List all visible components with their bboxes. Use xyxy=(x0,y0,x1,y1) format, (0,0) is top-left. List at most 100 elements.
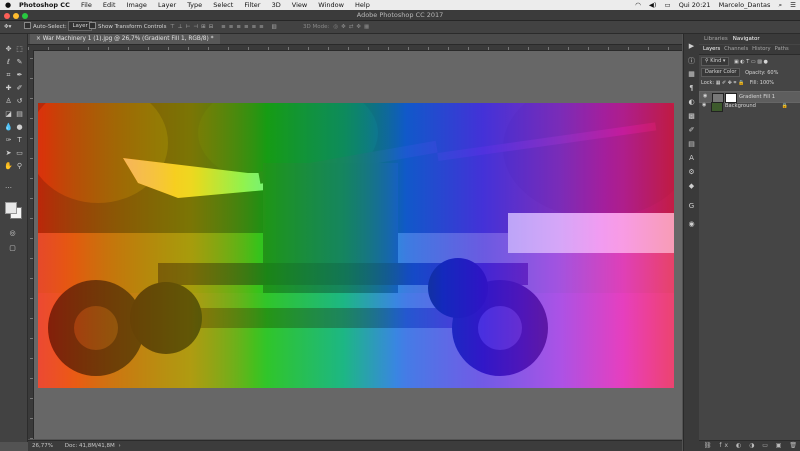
cube-icon[interactable]: ◆ xyxy=(686,182,697,190)
move-tool-icon[interactable]: ✥▾ xyxy=(4,21,11,33)
quick-mask-icon[interactable]: ◎ xyxy=(8,229,17,238)
eye-icon[interactable]: ◉ xyxy=(703,94,708,99)
plugin-icon[interactable]: ◉ xyxy=(686,220,697,228)
eraser-tool-icon[interactable]: ◪ xyxy=(4,110,13,119)
hand-tool-icon[interactable]: ✋ xyxy=(4,162,13,171)
healing-brush-icon[interactable]: ✚ xyxy=(4,84,13,93)
histogram-icon[interactable]: ▦ xyxy=(686,70,697,78)
screen-mode-icon[interactable]: ▢ xyxy=(8,244,17,253)
tab-paths[interactable]: Paths xyxy=(775,46,789,52)
move-tool-icon[interactable]: ✥ xyxy=(4,45,13,54)
auto-select-checkbox[interactable] xyxy=(24,22,31,29)
brush-tool-icon[interactable]: ✐ xyxy=(15,84,24,93)
wifi-icon[interactable]: ◠ xyxy=(635,1,641,9)
apple-menu-icon[interactable]: ● xyxy=(5,0,11,10)
tab-channels[interactable]: Channels xyxy=(724,46,748,52)
tab-history[interactable]: History xyxy=(752,46,770,52)
menu-window[interactable]: Window xyxy=(318,1,344,9)
lock-label: Lock: xyxy=(701,80,715,86)
kind-filter-dropdown[interactable]: ⚲ Kind ▾ xyxy=(701,57,730,66)
close-tab-icon[interactable]: × xyxy=(36,36,43,42)
photoshop-app: ● Photoshop CC File Edit Image Layer Typ… xyxy=(0,0,800,451)
document-tab[interactable]: × War Machinery 1 (1).jpg @ 26,7% (Gradi… xyxy=(30,34,220,44)
styles-icon[interactable]: ▩ xyxy=(686,112,697,120)
eye-icon[interactable]: ◉ xyxy=(702,103,707,108)
lock-icons[interactable]: ▦ ✐ ✥ ⌗ 🔒 xyxy=(716,80,745,86)
layer-row-background[interactable]: ◉ Background 🔒 xyxy=(699,101,800,112)
clone-stamp-icon[interactable]: ♙ xyxy=(4,97,13,106)
google-icon[interactable]: G xyxy=(686,202,697,210)
properties-icon[interactable]: ⚙ xyxy=(686,168,697,176)
history-brush-icon[interactable]: ↺ xyxy=(15,97,24,106)
menu-view[interactable]: View xyxy=(292,1,307,9)
menu-3d[interactable]: 3D xyxy=(272,1,281,9)
transform-controls-wrap: Show Transform Controls xyxy=(89,21,166,33)
quick-select-tool-icon[interactable]: ✎ xyxy=(15,58,24,67)
3d-mode-icons[interactable]: ◎✥⇄✥▦ xyxy=(333,24,372,30)
menu-filter[interactable]: Filter xyxy=(244,1,260,9)
menu-help[interactable]: Help xyxy=(355,1,370,9)
lasso-tool-icon[interactable]: ℓ xyxy=(4,58,13,67)
spotlight-icon[interactable]: ⌕ xyxy=(778,1,782,9)
menu-select[interactable]: Select xyxy=(213,1,233,9)
blur-tool-icon[interactable]: 💧 xyxy=(4,123,13,132)
pen-tool-icon[interactable]: ✑ xyxy=(4,136,13,145)
eyedropper-tool-icon[interactable]: ✒ xyxy=(15,71,24,80)
zoom-tool-icon[interactable]: ⚲ xyxy=(15,162,24,171)
swatches-icon[interactable]: ▤ xyxy=(686,140,697,148)
align-distribute-icons[interactable]: ⊤⊥⊢⊣⊞⊟ ≡≡≡≡≡≡ ▥ xyxy=(170,21,280,33)
lock-row: Lock: ▦ ✐ ✥ ⌗ 🔒 Fill: 100% xyxy=(701,79,798,88)
fill-value[interactable]: 100% xyxy=(760,80,774,86)
opacity-label: Opacity: xyxy=(745,70,766,76)
play-icon[interactable]: ▶ xyxy=(686,42,697,50)
user-name[interactable]: Marcelo_Dantas xyxy=(719,1,771,9)
footer-icons[interactable]: ⛓ fx ◐ ◑ ▭ ▣ 🗑 xyxy=(704,442,800,449)
menu-list: Photoshop CC File Edit Image Layer Type … xyxy=(19,0,379,10)
close-button[interactable] xyxy=(4,13,10,19)
character-icon[interactable]: A xyxy=(686,154,697,162)
tab-navigator[interactable]: Navigator xyxy=(733,36,760,42)
menu-layer[interactable]: Layer xyxy=(158,1,176,9)
top-panel-tabs: Libraries Navigator xyxy=(699,34,800,44)
document-info[interactable]: Doc: 41,8M/41,8M xyxy=(65,443,115,449)
auto-select-label: Auto-Select: xyxy=(33,24,67,30)
adjustments-icon[interactable]: ◐ xyxy=(686,98,697,106)
more-tools-icon[interactable]: … xyxy=(4,182,13,191)
menu-edit[interactable]: Edit xyxy=(103,1,116,9)
rectangle-tool-icon[interactable]: ▭ xyxy=(15,149,24,158)
document-tab-title: War Machinery 1 (1).jpg @ 26,7% (Gradien… xyxy=(42,36,214,42)
status-arrow-icon[interactable]: › xyxy=(119,443,121,449)
window-titlebar: Adobe Photoshop CC 2017 xyxy=(0,10,800,21)
collapsed-panels-strip: ▶ ⓘ ▦ ¶ ◐ ▩ ✐ ▤ A ⚙ ◆ G ◉ xyxy=(683,34,700,451)
document-image[interactable] xyxy=(38,103,674,388)
tab-layers[interactable]: Layers xyxy=(703,46,720,52)
notification-icon[interactable]: ☰ xyxy=(790,1,796,9)
gradient-tool-icon[interactable]: ▤ xyxy=(15,110,24,119)
zoom-button[interactable] xyxy=(22,13,28,19)
layers-panel-group: Libraries Navigator Layers Channels History… xyxy=(699,34,800,451)
clock[interactable]: Qui 20:21 xyxy=(679,1,711,9)
type-tool-icon[interactable]: T xyxy=(15,136,24,145)
crop-tool-icon[interactable]: ⌗ xyxy=(4,71,13,80)
menu-image[interactable]: Image xyxy=(127,1,147,9)
battery-icon[interactable]: ▭ xyxy=(664,1,670,9)
path-select-icon[interactable]: ➤ xyxy=(4,149,13,158)
show-transform-checkbox[interactable] xyxy=(89,22,96,29)
menu-type[interactable]: Type xyxy=(187,1,202,9)
tab-libraries[interactable]: Libraries xyxy=(704,36,728,42)
dodge-tool-icon[interactable]: ● xyxy=(15,123,24,132)
minimize-button[interactable] xyxy=(13,13,19,19)
info-icon[interactable]: ⓘ xyxy=(686,56,697,66)
app-menu[interactable]: Photoshop CC xyxy=(19,1,70,9)
foreground-color-swatch[interactable] xyxy=(5,202,17,214)
blend-mode-dropdown[interactable]: Darker Color xyxy=(701,68,741,77)
zoom-level[interactable]: 26,77% xyxy=(32,443,53,449)
volume-icon[interactable]: ◀) xyxy=(649,1,657,9)
marquee-tool-icon[interactable]: ⬚ xyxy=(15,45,24,54)
menu-file[interactable]: File xyxy=(81,1,92,9)
paragraph-icon[interactable]: ¶ xyxy=(686,84,697,92)
filter-icons[interactable]: ▣ ◐ T ▭ ▨ ● xyxy=(734,59,768,65)
layer-name: Background xyxy=(725,103,756,109)
brushes-icon[interactable]: ✐ xyxy=(686,126,697,134)
opacity-value[interactable]: 60% xyxy=(767,70,778,76)
